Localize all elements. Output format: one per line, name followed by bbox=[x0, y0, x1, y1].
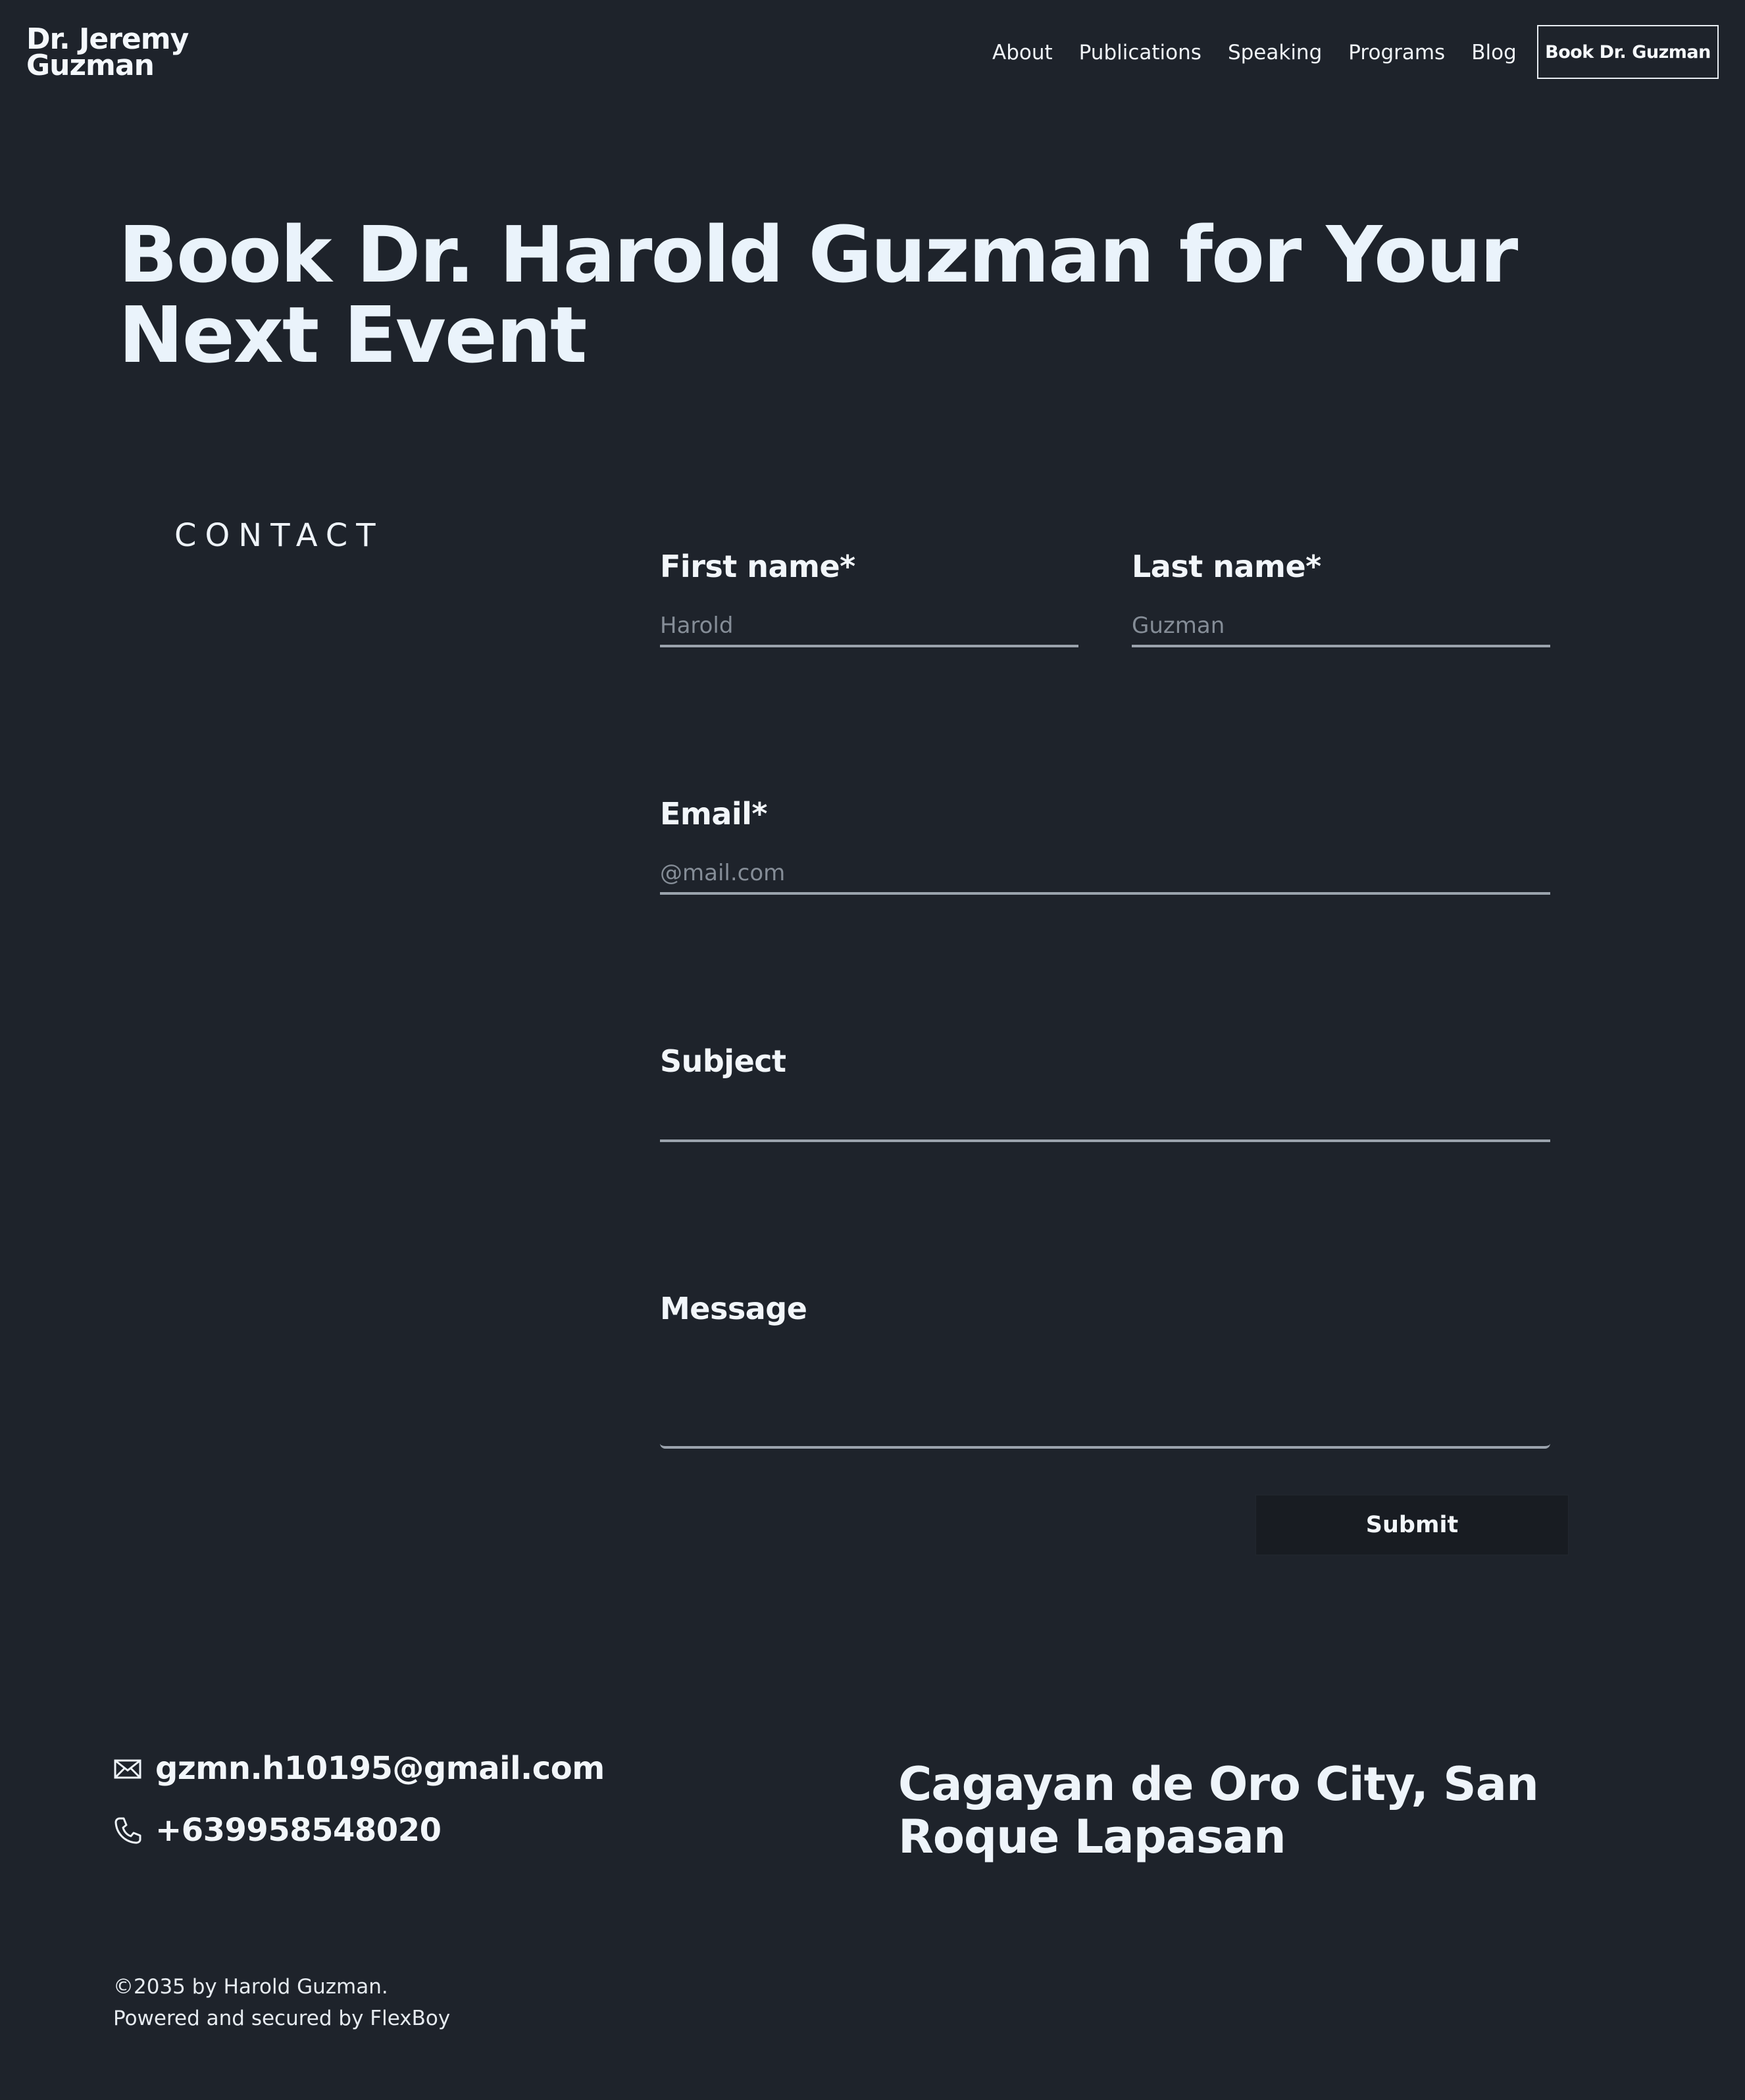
email-field-group: Email* bbox=[660, 796, 1550, 895]
email-label: Email* bbox=[660, 796, 768, 832]
nav-item-programs[interactable]: Programs bbox=[1348, 41, 1445, 64]
last-name-input[interactable] bbox=[1132, 607, 1550, 647]
nav-item-about[interactable]: About bbox=[992, 41, 1053, 64]
footer-email[interactable]: gzmn.h10195@gmail.com bbox=[113, 1750, 605, 1787]
subject-field-group: Subject bbox=[660, 1043, 1550, 1142]
footer-address: Cagayan de Oro City, San Roque Lapasan bbox=[898, 1757, 1539, 1864]
nav-item-speaking[interactable]: Speaking bbox=[1228, 41, 1322, 64]
message-textarea[interactable] bbox=[660, 1349, 1550, 1449]
logo-line-2: Guzman bbox=[26, 49, 155, 82]
contact-section-label: CONTACT bbox=[174, 517, 384, 554]
first-name-input[interactable] bbox=[660, 607, 1078, 647]
copyright-line-1: ©2035 by Harold Guzman. bbox=[113, 1975, 388, 1999]
footer-phone-text: +639958548020 bbox=[155, 1812, 442, 1849]
message-label: Message bbox=[660, 1291, 807, 1326]
site-logo[interactable]: Dr. Jeremy Guzman bbox=[26, 25, 189, 82]
nav-item-blog[interactable]: Blog bbox=[1471, 41, 1517, 64]
subject-input[interactable] bbox=[660, 1101, 1550, 1142]
footer-phone[interactable]: +639958548020 bbox=[113, 1812, 442, 1849]
first-name-field-group: First name* bbox=[660, 549, 1078, 647]
last-name-label: Last name* bbox=[1132, 549, 1321, 584]
subject-label: Subject bbox=[660, 1043, 786, 1079]
last-name-field-group: Last name* bbox=[1132, 549, 1550, 647]
book-dr-guzman-button[interactable]: Book Dr. Guzman bbox=[1537, 25, 1719, 79]
nav-item-publications[interactable]: Publications bbox=[1079, 41, 1201, 64]
submit-button[interactable]: Submit bbox=[1255, 1495, 1569, 1555]
first-name-label: First name* bbox=[660, 549, 855, 584]
envelope-icon bbox=[113, 1754, 142, 1783]
main-nav: About Publications Speaking Programs Blo… bbox=[992, 41, 1517, 64]
message-field-group: Message bbox=[660, 1291, 1550, 1449]
footer-email-text: gzmn.h10195@gmail.com bbox=[155, 1750, 605, 1787]
phone-icon bbox=[113, 1816, 142, 1845]
email-input[interactable] bbox=[660, 854, 1550, 895]
page-title: Book Dr. Harold Guzman for Your Next Eve… bbox=[118, 209, 1518, 380]
copyright: ©2035 by Harold Guzman. Powered and secu… bbox=[113, 1971, 450, 2034]
copyright-line-2: Powered and secured by FlexBoy bbox=[113, 2007, 451, 2030]
